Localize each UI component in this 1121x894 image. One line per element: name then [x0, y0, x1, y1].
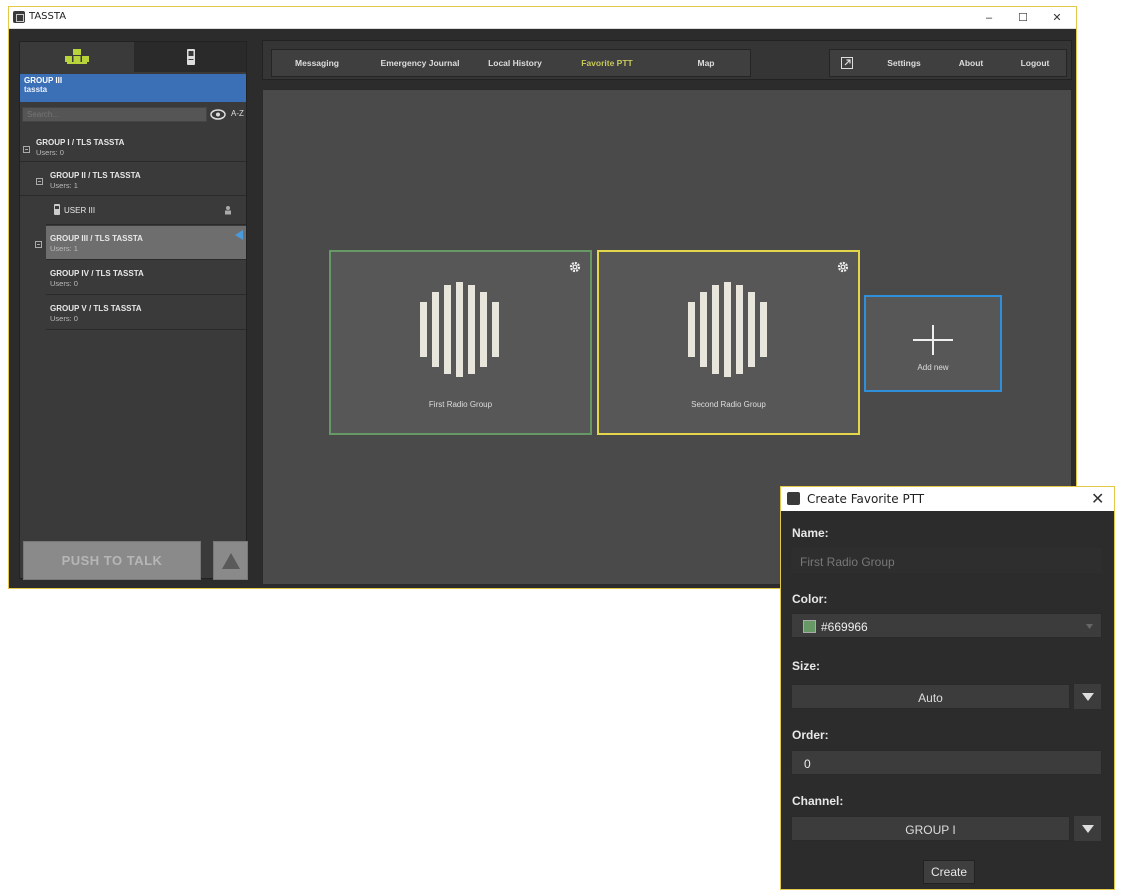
- chevron-down-icon: [1086, 624, 1093, 629]
- name-label: Name:: [792, 526, 829, 540]
- dialog-title: Create Favorite PTT: [807, 492, 925, 506]
- tree-group-2[interactable]: GROUP II / TLS TASSTA Users: 1: [20, 163, 246, 196]
- group-users: Users: 1: [50, 244, 78, 253]
- group-name: GROUP I / TLS TASSTA: [36, 138, 125, 147]
- warning-icon: [221, 552, 240, 569]
- tree-group-4[interactable]: GROUP IV / TLS TASSTA Users: 0: [46, 261, 246, 295]
- search-input[interactable]: [22, 107, 207, 122]
- push-to-talk-button[interactable]: PUSH TO TALK: [23, 541, 201, 580]
- color-value: #669966: [821, 620, 868, 634]
- tab-map[interactable]: Map: [666, 50, 746, 76]
- collapse-icon[interactable]: [36, 178, 43, 185]
- group-name: GROUP III / TLS TASSTA: [50, 234, 143, 243]
- channel-dropdown-button[interactable]: [1073, 816, 1101, 841]
- create-favorite-dialog: Create Favorite PTT ✕ Name: First Radio …: [780, 486, 1115, 890]
- favorite-tile-1[interactable]: First Radio Group: [329, 250, 592, 435]
- maximize-button[interactable]: ☐: [1008, 10, 1038, 26]
- name-field[interactable]: First Radio Group: [791, 548, 1102, 573]
- color-label: Color:: [792, 592, 828, 606]
- size-select[interactable]: Auto: [791, 684, 1070, 709]
- add-new-tile[interactable]: Add new: [864, 295, 1002, 392]
- plus-icon: [913, 325, 953, 355]
- channel-label: Channel:: [792, 794, 844, 808]
- external-link-icon: [841, 57, 853, 69]
- radio-waves-icon: [688, 282, 767, 377]
- sort-az-button[interactable]: A-Z: [231, 109, 244, 118]
- order-field[interactable]: 0: [791, 750, 1102, 775]
- app-icon: [13, 11, 25, 23]
- create-button[interactable]: Create: [923, 860, 975, 884]
- minimize-button[interactable]: –: [974, 10, 1004, 26]
- device-icon: [187, 49, 195, 65]
- name-placeholder: First Radio Group: [800, 555, 895, 569]
- tab-emergency-journal[interactable]: Emergency Journal: [368, 50, 472, 76]
- top-navigation: Messaging Emergency Journal Local Histor…: [262, 40, 1072, 80]
- size-value: Auto: [918, 691, 943, 705]
- expand-icon[interactable]: [35, 241, 42, 248]
- tree-group-3-selected[interactable]: GROUP III / TLS TASSTA Users: 1: [35, 226, 246, 260]
- favorite-label: Second Radio Group: [691, 400, 766, 409]
- group-panel: GROUP III tassta A-Z GROUP I / TLS TASST…: [19, 41, 247, 579]
- eye-icon[interactable]: [210, 109, 226, 120]
- dialog-title-bar: Create Favorite PTT ✕: [781, 487, 1114, 511]
- tab-messaging[interactable]: Messaging: [272, 50, 362, 76]
- favorite-label: First Radio Group: [428, 400, 493, 409]
- close-button[interactable]: ✕: [1042, 10, 1072, 26]
- dialog-close-button[interactable]: ✕: [1091, 489, 1104, 509]
- tab-devices[interactable]: [134, 42, 248, 72]
- user-name: USER III: [64, 206, 96, 215]
- app-icon: [787, 492, 800, 505]
- tab-favorite-ptt[interactable]: Favorite PTT: [562, 50, 652, 76]
- device-icon: [54, 204, 60, 215]
- color-select[interactable]: #669966: [791, 613, 1102, 638]
- chevron-down-icon: [1082, 825, 1094, 833]
- about-button[interactable]: About: [946, 50, 996, 76]
- group-users: Users: 0: [50, 279, 78, 288]
- chevron-down-icon: [1082, 693, 1094, 701]
- channel-value: GROUP I: [905, 823, 956, 837]
- window-title: TASSTA: [29, 11, 67, 22]
- color-swatch: [803, 620, 816, 633]
- favorite-tile-2[interactable]: Second Radio Group: [597, 250, 860, 435]
- order-label: Order:: [792, 728, 829, 742]
- group-users: Users: 0: [36, 148, 64, 157]
- channel-select[interactable]: GROUP I: [791, 816, 1070, 841]
- nav-tabs: Messaging Emergency Journal Local Histor…: [271, 49, 751, 77]
- groups-icon: [65, 49, 89, 64]
- speaker-icon: [235, 230, 243, 240]
- group-name: GROUP V / TLS TASSTA: [50, 304, 142, 313]
- current-group: GROUP III tassta: [20, 74, 246, 102]
- gear-icon[interactable]: [569, 261, 581, 273]
- collapse-icon[interactable]: [23, 146, 30, 153]
- size-label: Size:: [792, 659, 821, 673]
- settings-button[interactable]: Settings: [874, 50, 934, 76]
- current-group-name: GROUP III: [24, 76, 63, 85]
- person-icon: [225, 206, 231, 215]
- tree-group-1[interactable]: GROUP I / TLS TASSTA Users: 0: [20, 128, 246, 162]
- tree-user-3[interactable]: USER III: [46, 197, 246, 225]
- tab-local-history[interactable]: Local History: [475, 50, 555, 76]
- size-dropdown-button[interactable]: [1073, 684, 1101, 709]
- add-new-label: Add new: [917, 363, 949, 372]
- external-window-button[interactable]: [830, 50, 864, 76]
- group-name: GROUP II / TLS TASSTA: [50, 171, 141, 180]
- title-bar: TASSTA – ☐ ✕: [9, 7, 1076, 29]
- emergency-button[interactable]: [213, 541, 248, 580]
- group-users: Users: 1: [50, 181, 78, 190]
- radio-waves-icon: [420, 282, 499, 377]
- group-users: Users: 0: [50, 314, 78, 323]
- left-tabs: [20, 42, 246, 72]
- nav-actions: Settings About Logout: [829, 49, 1067, 77]
- order-value: 0: [804, 757, 811, 771]
- gear-icon[interactable]: [837, 261, 849, 273]
- logout-button[interactable]: Logout: [1006, 50, 1064, 76]
- group-name: GROUP IV / TLS TASSTA: [50, 269, 144, 278]
- current-user-name: tassta: [24, 85, 48, 94]
- tab-groups[interactable]: [20, 42, 134, 72]
- search-row: A-Z: [20, 105, 246, 125]
- tree-group-5[interactable]: GROUP V / TLS TASSTA Users: 0: [46, 296, 246, 330]
